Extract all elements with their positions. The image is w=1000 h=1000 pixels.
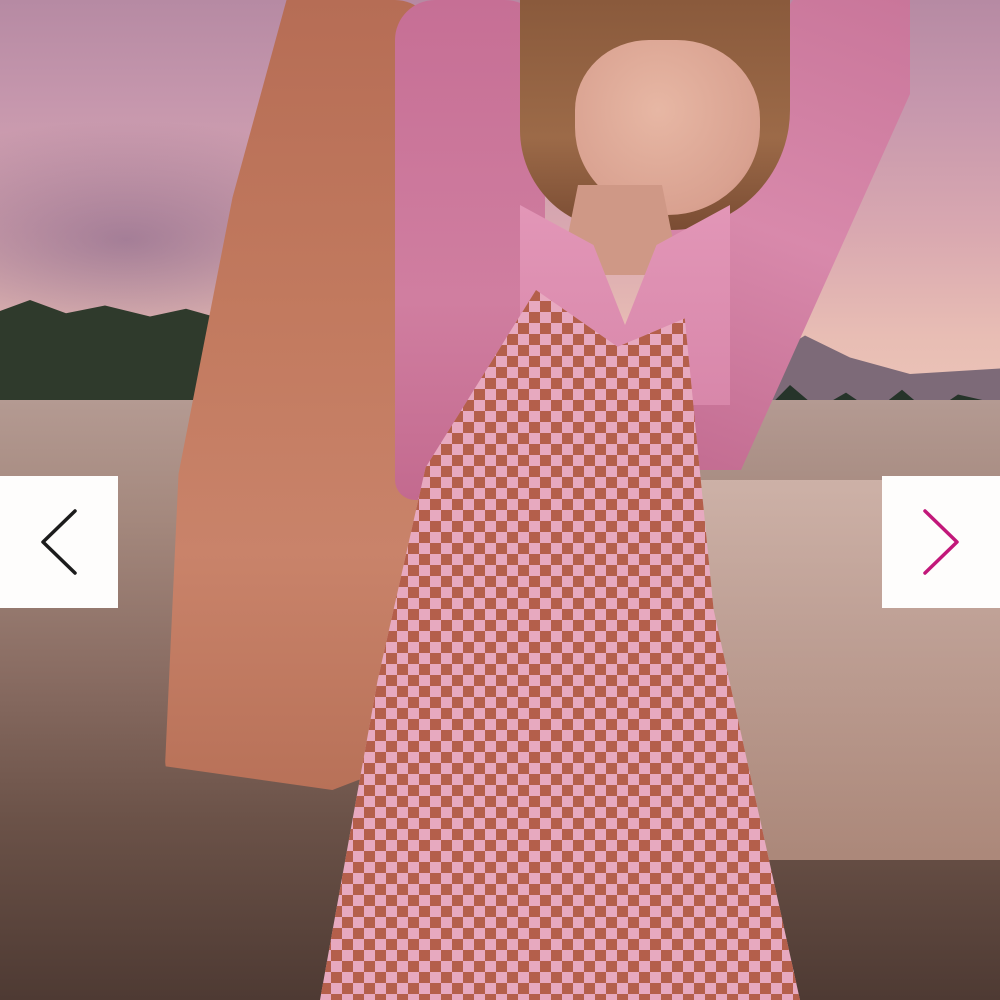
next-image-button[interactable] (882, 476, 1000, 608)
chevron-right-icon (923, 509, 959, 575)
product-image-carousel (0, 0, 1000, 1000)
chevron-left-icon (41, 509, 77, 575)
previous-image-button[interactable] (0, 476, 118, 608)
product-photo (0, 0, 1000, 1000)
